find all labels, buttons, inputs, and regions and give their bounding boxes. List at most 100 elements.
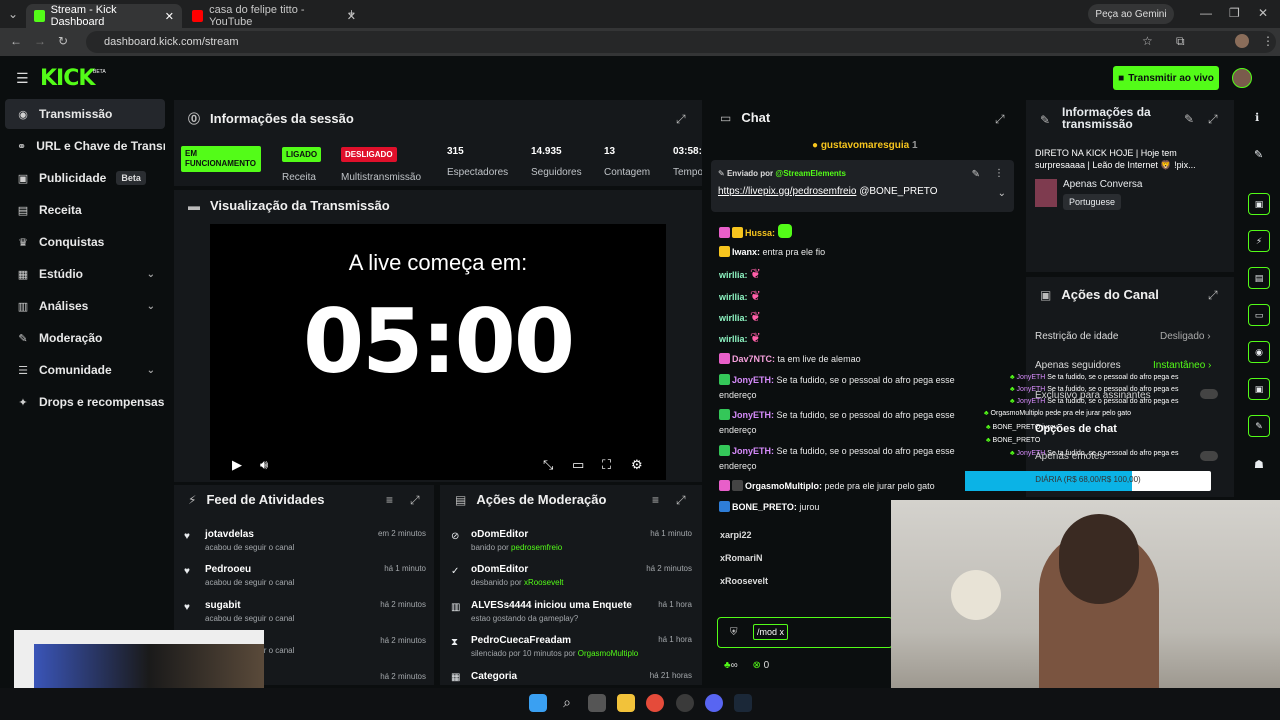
chat-username[interactable]: JonyETH: (732, 375, 774, 385)
volume-icon[interactable]: 🔊︎ (260, 457, 268, 473)
sidebar-item-transmissao[interactable]: ◉ Transmissão (5, 99, 165, 129)
age-restriction-value[interactable]: Desligado › (1160, 331, 1211, 342)
edit-icon[interactable]: ✎ (1254, 148, 1263, 161)
fullscreen-icon[interactable]: ⛶ (602, 457, 611, 473)
mod-desc: estao gostando da gameplay? (471, 614, 579, 623)
pinned-message[interactable]: ✎ Enviado por @StreamElements https://li… (711, 160, 1014, 212)
sidebar-item-analises[interactable]: ▥ Análises ⌄ (5, 291, 165, 321)
chat-username[interactable]: JonyETH: (732, 410, 774, 420)
browser-menu-icon[interactable]: ⋮ (1262, 34, 1274, 48)
rail-community-icon[interactable]: ☗ (1254, 458, 1264, 471)
chat-username[interactable]: JonyETH: (732, 446, 774, 456)
filter-icon[interactable]: ≡ (386, 493, 393, 507)
rail-lightning-icon[interactable]: ⚡ (1248, 230, 1270, 252)
filter-icon[interactable]: ≡ (652, 493, 659, 507)
activity-time: há 2 minutos (380, 600, 426, 609)
pinned-link[interactable]: https://livepix.gg/pedrosemfreio (718, 186, 856, 197)
browser-tab-youtube[interactable]: casa do felipe titto - YouTube ✕ (184, 4, 364, 28)
minimize-icon[interactable]: — (1200, 6, 1212, 20)
tab-search-icon[interactable]: ⌄ (8, 7, 18, 21)
expand-icon[interactable]: ⤢ (995, 112, 1005, 127)
mod-by[interactable]: OrgasmoMultiplo (578, 649, 638, 658)
hamburger-menu-icon[interactable]: ☰ (16, 70, 29, 87)
sidebar-item-publicidade[interactable]: ▣ Publicidade Beta (5, 163, 165, 193)
rail-video-icon[interactable]: ▣ (1248, 193, 1270, 215)
sidebar-item-receita[interactable]: ▤ Receita (5, 195, 165, 225)
reload-icon[interactable]: ↻ (58, 34, 68, 48)
browser-tab-kick[interactable]: Stream - Kick Dashboard ✕ (26, 4, 182, 28)
go-live-button[interactable]: ■ Transmitir ao vivo (1113, 66, 1219, 90)
back-icon[interactable]: ← (10, 34, 22, 48)
stream-category[interactable]: Apenas Conversa (1063, 179, 1143, 190)
taskbar-search-icon[interactable]: ⌕ (558, 694, 576, 712)
sidebar-item-comunidade[interactable]: ☰ Comunidade ⌄ (5, 355, 165, 385)
chat-username[interactable]: Iwanx: (732, 247, 760, 257)
app-icon[interactable] (676, 694, 694, 712)
forward-icon[interactable]: → (34, 34, 46, 48)
mod-by[interactable]: pedrosemfreio (511, 543, 562, 552)
extensions-icon[interactable]: ⧉ (1176, 34, 1185, 49)
expand-icon[interactable]: ⤢ (676, 493, 686, 508)
new-tab-icon[interactable]: + (348, 6, 355, 20)
rail-list-icon[interactable]: ▤ (1248, 267, 1270, 289)
chat-input[interactable]: ⛨ /mod x (717, 617, 893, 648)
mod-by[interactable]: xRoosevelt (524, 578, 564, 587)
logo-beta: BETA (93, 69, 106, 75)
windows-start-icon[interactable] (529, 694, 547, 712)
info-icon[interactable]: ℹ (1255, 111, 1259, 124)
sidebar-item-estudio[interactable]: ▦ Estúdio ⌄ (5, 259, 165, 289)
rail-info-icon[interactable]: ◉ (1248, 341, 1270, 363)
expand-icon[interactable]: ⤢ (676, 112, 686, 127)
chat-message: wirllia: ❦ (719, 266, 1009, 283)
chat-username[interactable]: wirllia: (719, 334, 748, 344)
gemini-button[interactable]: Peça ao Gemini (1088, 4, 1174, 24)
file-explorer-icon[interactable] (617, 694, 635, 712)
kick-logo[interactable]: KICK (40, 66, 95, 91)
top-gifter[interactable]: ● gustavomaresguia 1 (812, 140, 918, 151)
chat-username[interactable]: wirllia: (719, 270, 748, 280)
maximize-icon[interactable]: ❐ (1229, 6, 1240, 20)
settings-gear-icon[interactable]: ⚙ (631, 457, 643, 473)
expand-icon[interactable]: ⤢ (410, 493, 420, 508)
sidebar-item-conquistas[interactable]: ♛ Conquistas (5, 227, 165, 257)
chat-username[interactable]: OrgasmoMultiplo: (745, 481, 822, 491)
theater-icon[interactable]: ⤡ (543, 457, 553, 473)
chat-username[interactable]: Hussa: (745, 228, 775, 238)
badge-icon (719, 445, 730, 456)
bookmark-star-icon[interactable]: ☆ (1142, 34, 1153, 48)
task-view-icon[interactable] (588, 694, 606, 712)
chat-username[interactable]: Dav7NTC: (732, 354, 775, 364)
discord-icon[interactable] (705, 694, 723, 712)
sidebar-item-drops[interactable]: ✦ Drops e recompensas (5, 387, 165, 417)
sidebar-item-url-chave[interactable]: ⚭ URL e Chave de Transmissão (5, 131, 165, 161)
chat-username[interactable]: BONE_PRETO: (732, 502, 797, 512)
mention-suggestion[interactable]: xRoosevelt (720, 576, 768, 586)
play-icon[interactable]: ▶ (232, 457, 242, 473)
chat-username[interactable]: wirllia: (719, 292, 748, 302)
rail-wrench-icon[interactable]: ✎ (1248, 415, 1270, 437)
category-thumbnail (1035, 179, 1057, 207)
profile-avatar[interactable] (1235, 34, 1249, 48)
window-close-icon[interactable]: ✕ (1258, 6, 1268, 20)
pip-icon[interactable]: ▭ (572, 457, 584, 473)
rail-chat-icon[interactable]: ▭ (1248, 304, 1270, 326)
chat-username[interactable]: wirllia: (719, 313, 748, 323)
mention-suggestion[interactable]: xarpi22 (720, 530, 752, 540)
url-field[interactable]: dashboard.kick.com/stream (86, 31, 1276, 53)
chevron-down-icon[interactable]: ⌄ (998, 188, 1006, 199)
mention-suggestion[interactable]: xRomariN (720, 553, 763, 563)
expand-icon[interactable]: ⤢ (1208, 112, 1218, 127)
expand-icon[interactable]: ⤢ (1208, 288, 1218, 303)
chrome-icon[interactable] (646, 694, 664, 712)
unpin-icon[interactable]: ✎ (972, 169, 980, 180)
rail-channel-icon[interactable]: ▣ (1248, 378, 1270, 400)
sidebar-item-moderacao[interactable]: ✎ Moderação (5, 323, 165, 353)
list-item: ♥ sugabit acabou de seguir o canal há 2 min… (184, 600, 426, 623)
more-options-icon[interactable]: ⋮ (994, 168, 1004, 179)
close-icon[interactable]: ✕ (165, 10, 174, 23)
user-avatar[interactable] (1232, 68, 1252, 88)
edit-icon[interactable]: ✎ (1184, 112, 1194, 126)
mod-target[interactable]: ALVESs4444 (471, 600, 531, 611)
steam-icon[interactable] (734, 694, 752, 712)
followers-only-value[interactable]: Instantâneo › (1153, 360, 1211, 371)
